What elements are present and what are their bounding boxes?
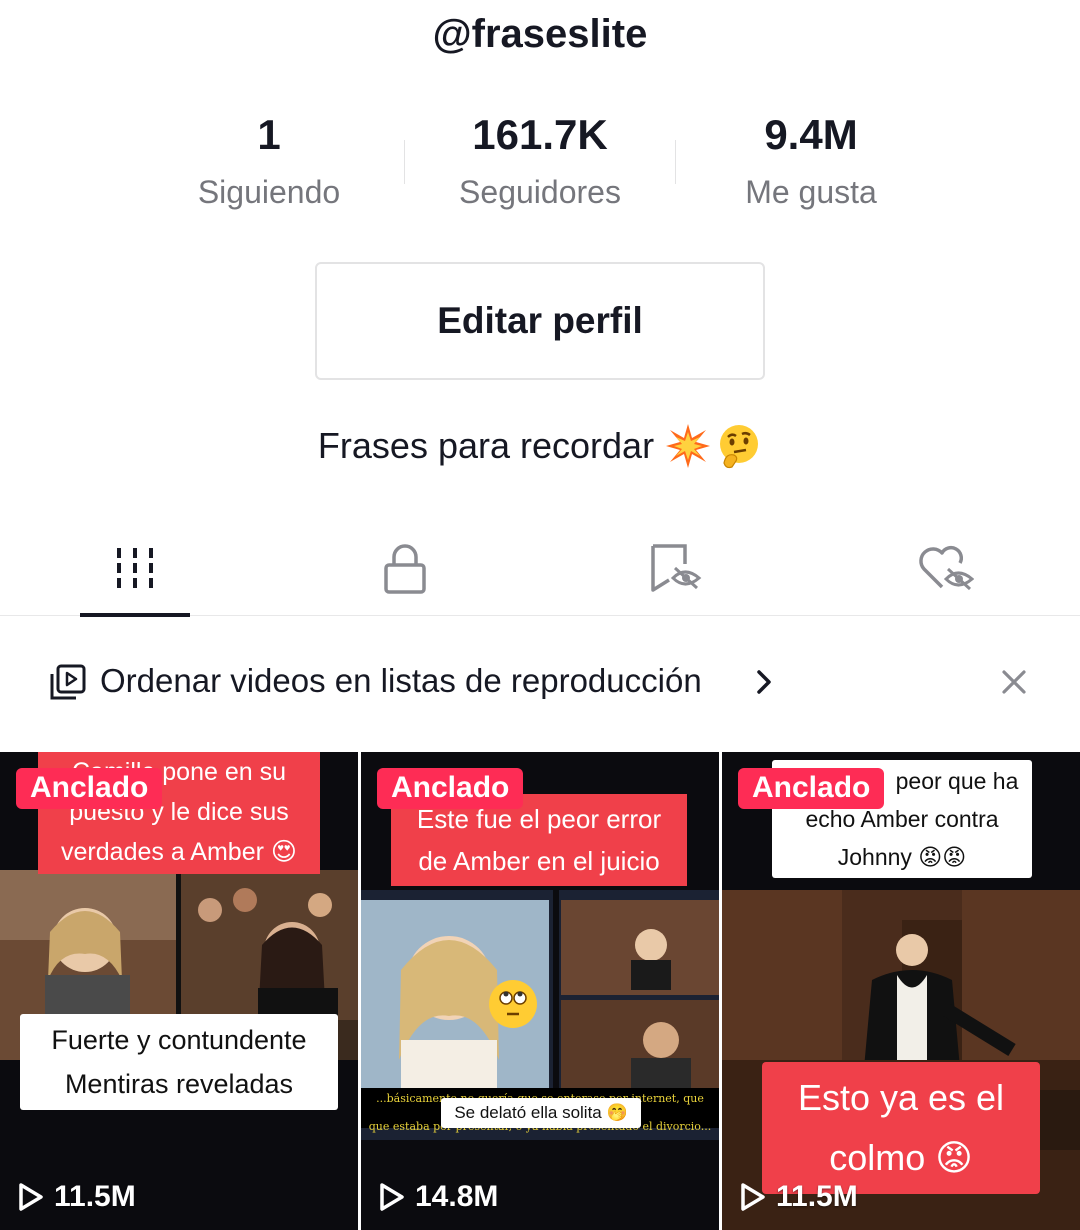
view-count-text: 11.5M [54,1180,136,1213]
bio-text: Frases para recordar [317,425,655,466]
likes-count: 9.4M [764,111,858,158]
hand-over-mouth-emoji-icon: 🤭 [606,1103,628,1122]
chevron-right-icon[interactable] [754,668,774,696]
stat-followers[interactable]: 161.7K Seguidores [405,108,675,222]
following-label: Siguiendo [197,174,341,210]
view-count: 11.5M [18,1180,136,1214]
bio: Frases para recordar [0,422,1080,470]
tab-liked[interactable] [810,520,1080,616]
video-thumbnail[interactable]: peor que ha echo Amber contra Johnny 😡😡 … [722,752,1080,1230]
hidden-heart-icon [919,546,974,591]
stat-likes[interactable]: 9.4M Me gusta [676,108,946,222]
play-icon [380,1183,404,1211]
stats-row: 1 Siguiendo 161.7K Seguidores 9.4M Me gu… [0,108,1080,218]
video-caption-bottom: Esto ya es el colmo 😡 [762,1062,1040,1194]
profile-tabs [0,520,1080,617]
playlist-icon [50,664,86,700]
video-caption-bottom: Se delató ella solita 🤭 [441,1098,641,1128]
caption-line: Johnny 😡😡 [837,844,967,870]
caption-line: Fuerte y contundente [51,1025,307,1055]
tab-videos[interactable] [0,520,270,616]
grid-icon [117,548,153,588]
heart-eyes-emoji-icon: 😍 [270,838,297,866]
caption-line: colmo 😡 [829,1137,973,1178]
rolling-eyes-emoji-icon [489,980,537,1028]
tab-reposts[interactable] [540,520,810,616]
angry-face-emoji-icon: 😡😡 [918,844,967,870]
video-thumbnail[interactable]: Este fue el peor error de Amber en el ju… [361,752,719,1230]
tab-private[interactable] [270,520,540,616]
view-count: 11.5M [740,1180,858,1214]
lock-icon [384,544,426,594]
pinned-badge: Anclado [16,768,163,809]
username: @fraseslite [432,12,648,56]
close-icon[interactable] [998,666,1030,698]
play-icon [741,1183,765,1211]
pinned-badge: Anclado [377,768,524,809]
playlist-banner: Ordenar videos en listas de reproducción [0,640,1080,724]
play-icon [19,1183,43,1211]
angry-face-emoji-icon: 😡 [935,1137,973,1178]
likes-label: Me gusta [745,174,877,210]
following-count: 1 [257,111,281,158]
thinking-face-emoji-icon [716,423,762,469]
pinned-badge: Anclado [738,768,885,809]
video-thumbnail[interactable]: Camille pone en su puesto y le dice sus … [0,752,358,1230]
active-tab-indicator [80,613,190,617]
caption-line: de Amber en el juicio [418,846,660,876]
view-count: 14.8M [379,1180,498,1214]
caption-line: Esto ya es el [797,1077,1005,1118]
video-caption-bottom: Fuerte y contundente Mentiras reveladas [20,1014,338,1110]
collision-emoji-icon [664,422,712,470]
playlist-banner-link[interactable]: Ordenar videos en listas de reproducción [100,662,702,700]
caption-line: Mentiras reveladas [64,1069,294,1099]
view-count-text: 14.8M [415,1180,499,1213]
caption-line: verdades a Amber 😍 [61,838,297,866]
video-grid: Camille pone en su puesto y le dice sus … [0,752,1080,1230]
followers-label: Seguidores [459,174,621,210]
view-count-text: 11.5M [776,1180,858,1213]
stat-following[interactable]: 1 Siguiendo [134,108,404,222]
hidden-tag-icon [651,544,702,592]
followers-count: 161.7K [472,111,608,158]
edit-profile-button[interactable]: Editar perfil [315,262,765,380]
